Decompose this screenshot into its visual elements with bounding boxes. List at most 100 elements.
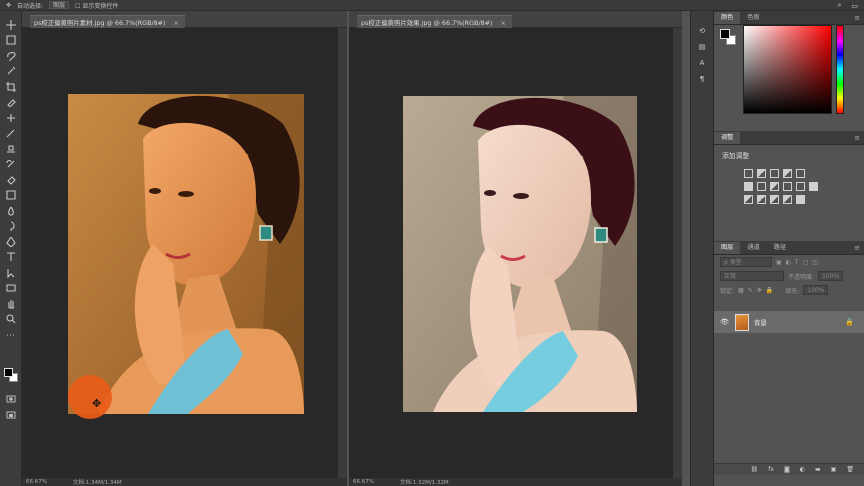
dodge-icon[interactable] <box>0 219 22 235</box>
rectangle-icon[interactable] <box>0 281 22 297</box>
lock-pixels-icon[interactable]: ▦ <box>738 287 744 294</box>
hue-saturation-icon[interactable] <box>744 182 753 191</box>
invert-icon[interactable] <box>744 195 753 204</box>
filter-smart-icon[interactable]: ◫ <box>812 259 818 266</box>
pen-icon[interactable] <box>0 234 22 250</box>
posterize-icon[interactable] <box>757 195 766 204</box>
color-lookup-icon[interactable] <box>809 182 818 191</box>
lock-paint-icon[interactable]: ✎ <box>748 287 753 294</box>
document-tab-original[interactable]: ps校正偏黄照片素材.jpg @ 66.7%(RGB/8#) × <box>30 15 185 28</box>
close-tab-icon[interactable]: × <box>501 19 506 27</box>
move-tool-icon[interactable]: ✥ <box>6 2 11 9</box>
visibility-eye-icon[interactable]: 👁 <box>720 318 730 326</box>
hand-icon[interactable] <box>0 296 22 312</box>
document-tab-title: ps校正偏黄照片素材.jpg @ 66.7%(RGB/8#) <box>34 19 166 27</box>
path-select-icon[interactable] <box>0 265 22 281</box>
eraser-icon[interactable] <box>0 172 22 188</box>
type-icon[interactable] <box>0 250 22 266</box>
mask-icon[interactable]: ◙ <box>784 466 790 473</box>
workspace-icon[interactable]: ▭ <box>851 2 858 10</box>
curves-icon[interactable] <box>770 169 779 178</box>
crop-icon[interactable] <box>0 79 22 95</box>
channel-mixer-icon[interactable] <box>796 182 805 191</box>
filter-adjust-icon[interactable]: ◐ <box>786 259 791 266</box>
zoom-level[interactable]: 66.67% <box>353 479 374 485</box>
brightness-contrast-icon[interactable] <box>744 169 753 178</box>
hue-slider[interactable] <box>836 25 844 114</box>
black-white-icon[interactable] <box>770 182 779 191</box>
marquee-icon[interactable] <box>0 33 22 49</box>
document-tab-bar: ps校正偏黄照片效果.jpg @ 66.7%(RGB/8#) × <box>349 11 682 28</box>
layer-row-background[interactable]: 👁 背景 🔒 <box>714 311 864 333</box>
document-tab-corrected[interactable]: ps校正偏黄照片效果.jpg @ 66.7%(RGB/8#) × <box>357 15 512 28</box>
close-tab-icon[interactable]: × <box>174 19 179 27</box>
layer-filter-dropdown[interactable]: ρ 类型 <box>720 257 772 267</box>
zoom-icon[interactable] <box>0 312 22 328</box>
folder-icon[interactable]: ▬ <box>815 466 821 473</box>
eyedropper-icon[interactable] <box>0 95 22 111</box>
foreground-color-chip[interactable] <box>720 29 730 39</box>
color-field[interactable] <box>743 25 832 114</box>
photo-filter-icon[interactable] <box>783 182 792 191</box>
panel-menu-icon[interactable]: ≡ <box>854 244 860 252</box>
search-icon[interactable]: ⌕ <box>837 1 841 10</box>
panel-menu-icon[interactable]: ≡ <box>854 134 860 142</box>
link-icon[interactable]: ⛓ <box>751 466 759 473</box>
foreground-color-swatch[interactable] <box>4 368 13 377</box>
properties-icon[interactable]: ▤ <box>691 39 713 55</box>
blur-icon[interactable] <box>0 203 22 219</box>
filter-shape-icon[interactable]: ▢ <box>803 259 809 266</box>
blend-mode-dropdown[interactable]: 正常 <box>720 271 784 281</box>
selective-color-icon[interactable] <box>796 195 805 204</box>
move-icon[interactable] <box>0 17 22 33</box>
vertical-scrollbar[interactable] <box>338 28 347 478</box>
stamp-icon[interactable] <box>0 141 22 157</box>
zoom-level[interactable]: 66.67% <box>26 479 47 485</box>
healing-icon[interactable] <box>0 110 22 126</box>
auto-select-dropdown[interactable]: 图层 <box>49 1 70 9</box>
lock-move-icon[interactable]: ✥ <box>757 287 762 294</box>
tab-channels[interactable]: 通道 <box>740 242 766 254</box>
tab-paths[interactable]: 路径 <box>767 242 793 254</box>
show-transform-checkbox[interactable]: ☐ 显示变换控件 <box>75 1 118 10</box>
document-size[interactable]: 文档:1.34M/1.34M <box>73 478 122 486</box>
history-icon[interactable]: ⟲ <box>691 23 713 39</box>
screen-mode-icon[interactable] <box>0 407 22 423</box>
adjustment-icon[interactable]: ◐ <box>800 466 805 473</box>
auto-select-label: 自动选择: <box>17 2 44 10</box>
paragraph-icon[interactable]: ¶ <box>691 71 713 87</box>
trash-icon[interactable]: 🗑 <box>846 466 854 473</box>
threshold-icon[interactable] <box>770 195 779 204</box>
gradient-icon[interactable] <box>0 188 22 204</box>
quick-mask-icon[interactable] <box>0 391 22 407</box>
new-layer-icon[interactable]: ▣ <box>831 466 837 473</box>
photo-original <box>68 94 304 414</box>
canvas-corrected[interactable] <box>349 28 682 478</box>
lasso-icon[interactable] <box>0 48 22 64</box>
document-size[interactable]: 文档:1.32M/1.32M <box>400 478 449 486</box>
fill-input[interactable]: 100% <box>803 285 829 295</box>
filter-pixel-icon[interactable]: ▣ <box>776 259 782 266</box>
panel-menu-icon[interactable]: ≡ <box>854 14 860 22</box>
tab-adjustments[interactable]: 调整 <box>714 132 741 144</box>
exposure-icon[interactable] <box>783 169 792 178</box>
opacity-input[interactable]: 100% <box>818 271 844 281</box>
gradient-map-icon[interactable] <box>783 195 792 204</box>
character-icon[interactable]: A <box>691 55 713 71</box>
color-balance-icon[interactable] <box>757 182 766 191</box>
brush-icon[interactable] <box>0 126 22 142</box>
canvas-original[interactable]: ✥ <box>22 28 347 478</box>
history-brush-icon[interactable] <box>0 157 22 173</box>
levels-icon[interactable] <box>757 169 766 178</box>
lock-all-icon[interactable]: 🔒 <box>766 287 773 294</box>
blend-row: 正常 不透明度: 100% <box>714 269 864 283</box>
tab-layers[interactable]: 图层 <box>714 242 741 254</box>
fx-icon[interactable]: fx <box>768 466 774 473</box>
more-icon[interactable] <box>0 327 22 343</box>
tab-color[interactable]: 颜色 <box>714 12 741 24</box>
vibrance-icon[interactable] <box>796 169 805 178</box>
filter-type-icon[interactable]: T <box>795 259 799 266</box>
quick-select-icon[interactable] <box>0 64 22 80</box>
vertical-scrollbar[interactable] <box>673 28 682 478</box>
tab-swatches[interactable]: 色板 <box>740 12 766 24</box>
